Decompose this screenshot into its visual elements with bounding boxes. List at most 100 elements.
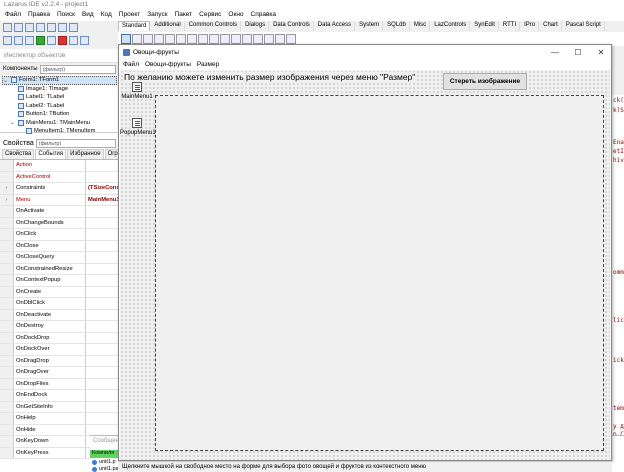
event-row[interactable]: OnActivate bbox=[0, 206, 119, 218]
run-icon[interactable] bbox=[36, 36, 45, 45]
palette-tab[interactable]: System bbox=[356, 21, 384, 31]
form-client-area[interactable]: По желанию можете изменить размер изобра… bbox=[120, 70, 610, 460]
event-row[interactable]: OnEndDock bbox=[0, 390, 119, 402]
property-value[interactable] bbox=[86, 402, 119, 413]
property-value[interactable] bbox=[86, 252, 119, 263]
row-expand[interactable]: › bbox=[0, 194, 14, 205]
event-row[interactable]: OnDeactivate bbox=[0, 309, 119, 321]
event-row[interactable]: › Menu MainMenu1 bbox=[0, 194, 119, 206]
event-row[interactable]: OnDropFiles bbox=[0, 378, 119, 390]
menu-item[interactable]: Код bbox=[101, 11, 112, 20]
component-icon[interactable] bbox=[286, 34, 296, 44]
message-line[interactable]: unit1.p bbox=[92, 459, 116, 465]
oi-tab[interactable]: Избранное bbox=[67, 149, 104, 159]
event-row[interactable]: OnDestroy bbox=[0, 321, 119, 333]
event-row[interactable]: ›Constraints(TSizeConstr bbox=[0, 183, 119, 195]
event-row[interactable]: OnCloseQuery bbox=[0, 252, 119, 264]
popupmenu-component[interactable]: PopupMenu1 bbox=[120, 118, 156, 136]
event-row[interactable]: OnDblClick bbox=[0, 298, 119, 310]
menu-item[interactable]: Файл bbox=[5, 11, 21, 20]
palette-tab[interactable]: Dialogs bbox=[242, 21, 270, 31]
component-icon[interactable] bbox=[143, 34, 153, 44]
property-value[interactable] bbox=[86, 160, 119, 171]
palette-tab[interactable]: Chart bbox=[540, 21, 562, 31]
property-value[interactable] bbox=[86, 367, 119, 378]
property-value[interactable] bbox=[86, 264, 119, 275]
menu-item[interactable]: Пакет bbox=[175, 11, 193, 20]
mainmenu-component[interactable]: MainMenu1 bbox=[120, 82, 154, 100]
minimize-button[interactable]: — bbox=[545, 48, 565, 57]
close-file-icon[interactable] bbox=[58, 23, 67, 32]
palette-tab[interactable]: Pascal Script bbox=[563, 21, 605, 31]
maximize-button[interactable]: ☐ bbox=[568, 48, 588, 57]
components-filter-input[interactable]: (фильтр) bbox=[39, 64, 116, 74]
event-row[interactable]: ActiveControl bbox=[0, 171, 119, 183]
tree-node[interactable]: ⌄ Form1: TForm1 bbox=[2, 76, 117, 85]
property-value[interactable] bbox=[86, 321, 119, 332]
event-row[interactable]: OnDockDrop bbox=[0, 332, 119, 344]
property-value[interactable] bbox=[86, 310, 119, 321]
pause-icon[interactable] bbox=[47, 36, 56, 45]
component-icon[interactable] bbox=[231, 34, 241, 44]
menu-item[interactable]: Сервис bbox=[199, 11, 221, 20]
close-button[interactable]: ✕ bbox=[591, 48, 611, 57]
property-value[interactable] bbox=[86, 241, 119, 252]
form-menu-item[interactable]: Размер bbox=[197, 61, 219, 68]
palette-tab[interactable]: LazControls bbox=[431, 21, 471, 31]
event-row[interactable]: OnCreate bbox=[0, 286, 119, 298]
menu-item[interactable]: Запуск bbox=[147, 11, 167, 20]
palette-tab[interactable]: SynEdit bbox=[471, 21, 499, 31]
tree-node[interactable]: Image1: TImage bbox=[2, 85, 117, 94]
property-value[interactable] bbox=[86, 287, 119, 298]
property-value[interactable] bbox=[86, 344, 119, 355]
component-icon[interactable] bbox=[165, 34, 175, 44]
form-menu-item[interactable]: Файл bbox=[123, 61, 139, 68]
build-mode-icon[interactable] bbox=[25, 36, 34, 45]
event-row[interactable]: OnDragDrop bbox=[0, 355, 119, 367]
event-row[interactable]: Action bbox=[0, 160, 119, 172]
tree-node[interactable]: Label2: TLabel bbox=[2, 102, 117, 111]
palette-tab[interactable]: Common Controls bbox=[186, 21, 242, 31]
property-value[interactable] bbox=[86, 379, 119, 390]
row-expand[interactable]: › bbox=[0, 183, 14, 194]
component-icon[interactable] bbox=[132, 34, 142, 44]
menu-item[interactable]: Вид bbox=[82, 11, 94, 20]
open-project-icon[interactable] bbox=[69, 23, 78, 32]
property-value[interactable] bbox=[86, 425, 119, 436]
component-icon[interactable] bbox=[242, 34, 252, 44]
palette-tab[interactable]: RTTI bbox=[500, 21, 521, 31]
property-value[interactable] bbox=[86, 275, 119, 286]
image1-placeholder[interactable] bbox=[155, 95, 604, 451]
new-form-icon[interactable] bbox=[14, 23, 23, 32]
property-value[interactable] bbox=[86, 356, 119, 367]
component-icon[interactable] bbox=[264, 34, 274, 44]
event-row[interactable]: OnDragOver bbox=[0, 367, 119, 379]
component-icon[interactable] bbox=[154, 34, 164, 44]
component-icon[interactable] bbox=[220, 34, 230, 44]
event-row[interactable]: OnClick bbox=[0, 229, 119, 241]
new-unit-icon[interactable] bbox=[3, 23, 12, 32]
palette-tab[interactable]: Misc bbox=[411, 21, 431, 31]
step-into-icon[interactable] bbox=[69, 36, 78, 45]
menu-item[interactable]: Проект bbox=[119, 11, 140, 20]
pointer-tool-icon[interactable] bbox=[121, 34, 131, 44]
tree-node[interactable]: MenuItem1: TMenuItem bbox=[2, 127, 117, 136]
component-icon[interactable] bbox=[209, 34, 219, 44]
property-value[interactable] bbox=[86, 298, 119, 309]
property-value[interactable]: MainMenu1 bbox=[86, 195, 119, 206]
property-value[interactable] bbox=[86, 333, 119, 344]
tree-node[interactable]: Label1: TLabel bbox=[2, 93, 117, 102]
save-all-icon[interactable] bbox=[47, 23, 56, 32]
view-forms-icon[interactable] bbox=[14, 36, 23, 45]
menu-item[interactable]: Поиск bbox=[57, 11, 75, 20]
component-icon[interactable] bbox=[176, 34, 186, 44]
oi-tab[interactable]: События bbox=[35, 149, 67, 159]
palette-tab[interactable]: Additional bbox=[151, 21, 185, 31]
stop-icon[interactable] bbox=[58, 36, 67, 45]
expand-icon[interactable]: ⌄ bbox=[3, 77, 9, 84]
save-icon[interactable] bbox=[36, 23, 45, 32]
property-value[interactable] bbox=[86, 413, 119, 424]
component-icon[interactable] bbox=[275, 34, 285, 44]
property-value[interactable] bbox=[86, 218, 119, 229]
event-row[interactable]: OnGetSiteInfo bbox=[0, 401, 119, 413]
